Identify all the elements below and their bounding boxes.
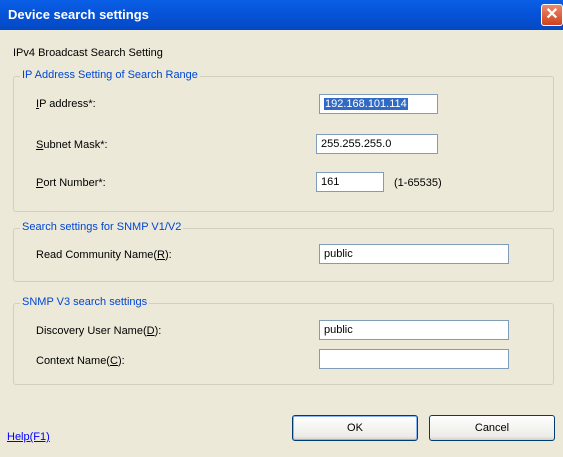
ok-button[interactable]: OK <box>292 415 418 441</box>
snmp-v3-legend: SNMP V3 search settings <box>20 296 150 308</box>
ip-group-legend: IP Address Setting of Search Range <box>20 69 200 81</box>
discovery-user-label: Discovery User Name(D): <box>36 325 162 337</box>
context-name-input[interactable] <box>319 349 509 369</box>
read-community-input[interactable]: public <box>319 244 509 264</box>
close-icon[interactable]: ✕ <box>541 4 563 26</box>
discovery-user-input[interactable]: public <box>319 320 509 340</box>
port-number-input[interactable]: 161 <box>316 172 384 192</box>
ip-address-label: IP address*: <box>36 98 96 110</box>
snmp-v3-group: SNMP V3 search settings <box>13 296 554 385</box>
read-community-label: Read Community Name(R): <box>36 249 172 261</box>
help-link[interactable]: Help(F1) <box>7 431 50 443</box>
subnet-mask-input[interactable]: 255.255.255.0 <box>316 134 438 154</box>
port-range-hint: (1-65535) <box>394 177 442 189</box>
section-title: IPv4 Broadcast Search Setting <box>13 47 163 59</box>
subnet-mask-label: Subnet Mask*: <box>36 139 108 151</box>
ip-address-value: 192.168.101.114 <box>324 98 408 110</box>
context-name-label: Context Name(C): <box>36 355 125 367</box>
window-title: Device search settings <box>8 7 149 22</box>
ip-address-input[interactable]: 192.168.101.114 <box>319 94 438 114</box>
port-number-label: Port Number*: <box>36 177 106 189</box>
snmp-v1v2-legend: Search settings for SNMP V1/V2 <box>20 221 184 233</box>
title-bar[interactable]: Device search settings ✕ <box>0 0 563 30</box>
cancel-button[interactable]: Cancel <box>429 415 555 441</box>
